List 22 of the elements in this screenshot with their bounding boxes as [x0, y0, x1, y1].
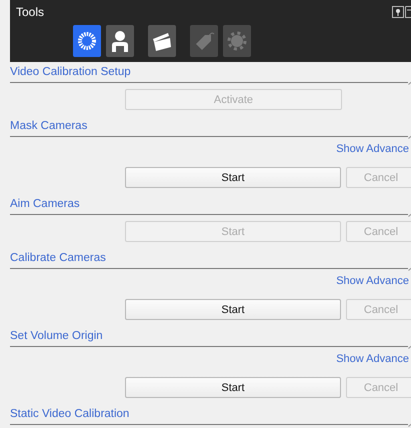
- show-advanced-link[interactable]: Show Advance: [336, 353, 409, 365]
- dotted-ring-icon: [77, 31, 97, 51]
- show-advanced-link[interactable]: Show Advance: [336, 143, 409, 155]
- clapper-tool-button[interactable]: [148, 25, 176, 57]
- action-button[interactable]: Start: [125, 167, 341, 188]
- pin-icon[interactable]: [392, 6, 404, 18]
- action-button[interactable]: Start: [125, 299, 341, 320]
- section-title[interactable]: Video Calibration Setup: [10, 65, 131, 82]
- person-tool-button[interactable]: [106, 25, 134, 57]
- section-title[interactable]: Aim Cameras: [10, 197, 80, 214]
- section-title[interactable]: Set Volume Origin: [10, 329, 103, 346]
- show-advanced-link[interactable]: Show Advance: [336, 275, 409, 287]
- section-title[interactable]: Static Video Calibration: [10, 407, 130, 424]
- action-button[interactable]: Start: [125, 377, 341, 398]
- window-icon[interactable]: [405, 6, 411, 18]
- clapperboard-icon: [151, 30, 173, 52]
- section-title[interactable]: Calibrate Cameras: [10, 251, 106, 268]
- section-title[interactable]: Mask Cameras: [10, 119, 88, 136]
- ring-tool-button[interactable]: [73, 25, 101, 57]
- panel-title: Tools: [16, 5, 44, 19]
- person-icon: [110, 30, 130, 52]
- gear-icon: [227, 31, 247, 51]
